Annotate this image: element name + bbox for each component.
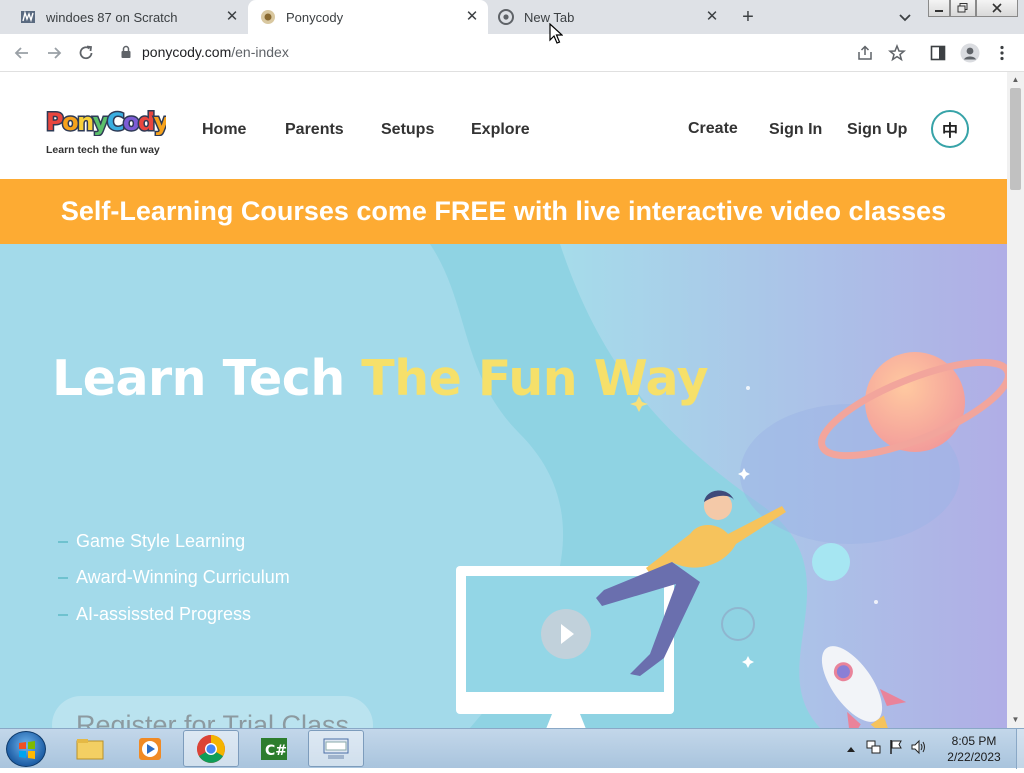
nav-home[interactable]: Home [202, 121, 246, 139]
svg-text:C#: C# [265, 743, 287, 759]
hero-background-illustration [0, 244, 1007, 728]
bullet-dash [58, 576, 68, 579]
system-tray [844, 729, 928, 769]
url-path: /en-index [231, 44, 289, 60]
flag-icon[interactable] [888, 739, 904, 760]
clock-time: 8:05 PM [951, 734, 997, 748]
csharp-icon: C# [261, 737, 287, 760]
sign-up-link[interactable]: Sign Up [847, 121, 907, 139]
chrome-icon [498, 9, 514, 25]
register-trial-button[interactable]: Register for Trial Class [52, 696, 373, 728]
svg-text:PonyCody: PonyCody [46, 108, 166, 136]
taskbar-media-player[interactable] [122, 730, 178, 767]
language-toggle-button[interactable]: 中 [931, 110, 969, 148]
logo-tagline: Learn tech the fun way [46, 144, 160, 156]
mouse-cursor-icon [549, 23, 563, 44]
taskbar-clock[interactable]: 8:05 PM 2/22/2023 [935, 733, 1013, 765]
tab-title: Ponycody [286, 9, 344, 25]
hero-title: Learn Tech The Fun Way [52, 350, 709, 407]
tab-strip: windoes 87 on Scratch ✕ Ponycody ✕ New T… [0, 0, 1024, 34]
scroll-up-arrow-icon[interactable]: ▲ [1011, 75, 1020, 84]
close-tab-icon[interactable]: ✕ [224, 9, 240, 25]
nav-explore[interactable]: Explore [471, 121, 530, 139]
menu-kebab-icon[interactable] [992, 43, 1012, 63]
media-player-icon [139, 737, 161, 760]
scratch-icon [20, 9, 36, 25]
tab-new-tab[interactable]: New Tab ✕ [488, 0, 728, 34]
promo-banner[interactable]: Self-Learning Courses come FREE with liv… [0, 179, 1007, 244]
hero-title-main: Learn Tech [52, 350, 362, 407]
nav-setups[interactable]: Setups [381, 121, 434, 139]
share-icon[interactable] [856, 44, 874, 67]
nav-parents[interactable]: Parents [285, 121, 344, 139]
lock-icon[interactable] [120, 45, 132, 64]
feature-text: Game Style Learning [76, 531, 246, 551]
profile-avatar-icon[interactable] [960, 43, 980, 63]
chrome-icon [197, 734, 225, 763]
ponycody-logo[interactable]: PonyCody Learn tech the fun way [45, 106, 173, 157]
url-host: ponycody.com [142, 44, 232, 60]
restore-button[interactable] [950, 0, 976, 17]
url-text: ponycody.com/en-index [142, 44, 289, 60]
taskbar-chrome[interactable] [183, 730, 239, 767]
feature-text: AI-assissted Progress [76, 604, 252, 624]
site-header: PonyCody Learn tech the fun way Home Par… [0, 72, 1007, 179]
ponycody-favicon [260, 9, 276, 25]
new-tab-button[interactable]: + [738, 7, 758, 27]
bookmark-star-icon[interactable] [888, 43, 906, 67]
keyboard-icon [323, 738, 349, 759]
network-icon[interactable] [866, 739, 882, 760]
bullet-dash [58, 540, 68, 543]
nav-create[interactable]: Create [688, 120, 738, 138]
browser-toolbar: ponycody.com/en-index [0, 34, 1024, 72]
volume-icon[interactable] [910, 739, 928, 760]
back-button[interactable] [12, 43, 32, 63]
logo-word: PonyCody [45, 106, 173, 142]
start-button[interactable] [6, 731, 46, 767]
hero-section: Learn Tech The Fun Way Game Style Learni… [0, 244, 1007, 728]
forward-button[interactable] [44, 43, 64, 63]
windows-taskbar: C# 8:05 PM 2/22/2023 [0, 728, 1024, 769]
clock-date: 2/22/2023 [947, 750, 1001, 764]
feature-item: Game Style Learning [58, 531, 245, 552]
taskbar-explorer[interactable] [62, 730, 118, 767]
show-desktop-button[interactable] [1016, 729, 1024, 769]
taskbar-csharp[interactable]: C# [246, 730, 302, 767]
bullet-dash [58, 613, 68, 616]
explorer-icon [76, 738, 104, 759]
windows-logo-icon [19, 741, 35, 759]
show-hidden-icon[interactable] [844, 746, 858, 752]
hero-title-accent: The Fun Way [361, 350, 709, 407]
minimize-button[interactable] [928, 0, 950, 17]
scroll-down-arrow-icon[interactable]: ▼ [1011, 715, 1020, 724]
page-scrollbar[interactable]: ▲ ▼ [1007, 72, 1024, 728]
taskbar-keyboard[interactable] [308, 730, 364, 767]
feature-text: Award-Winning Curriculum [76, 567, 290, 587]
address-bar[interactable]: ponycody.com/en-index [108, 38, 916, 67]
tab-search-chevron-icon[interactable] [896, 8, 914, 26]
tab-scratch[interactable]: windoes 87 on Scratch ✕ [8, 0, 248, 34]
promo-banner-text: Self-Learning Courses come FREE with liv… [60, 196, 947, 226]
feature-item: AI-assissted Progress [58, 604, 251, 625]
tab-title: windoes 87 on Scratch [46, 9, 178, 25]
close-window-button[interactable] [976, 0, 1018, 17]
web-page: PonyCody Learn tech the fun way Home Par… [0, 72, 1007, 728]
side-panel-icon[interactable] [928, 43, 948, 63]
close-tab-icon[interactable]: ✕ [704, 9, 720, 25]
feature-item: Award-Winning Curriculum [58, 567, 290, 588]
tab-ponycody[interactable]: Ponycody ✕ [248, 0, 488, 34]
reload-button[interactable] [76, 43, 96, 63]
sign-in-link[interactable]: Sign In [769, 121, 822, 139]
close-tab-icon[interactable]: ✕ [464, 9, 480, 25]
scrollbar-thumb[interactable] [1010, 88, 1021, 190]
